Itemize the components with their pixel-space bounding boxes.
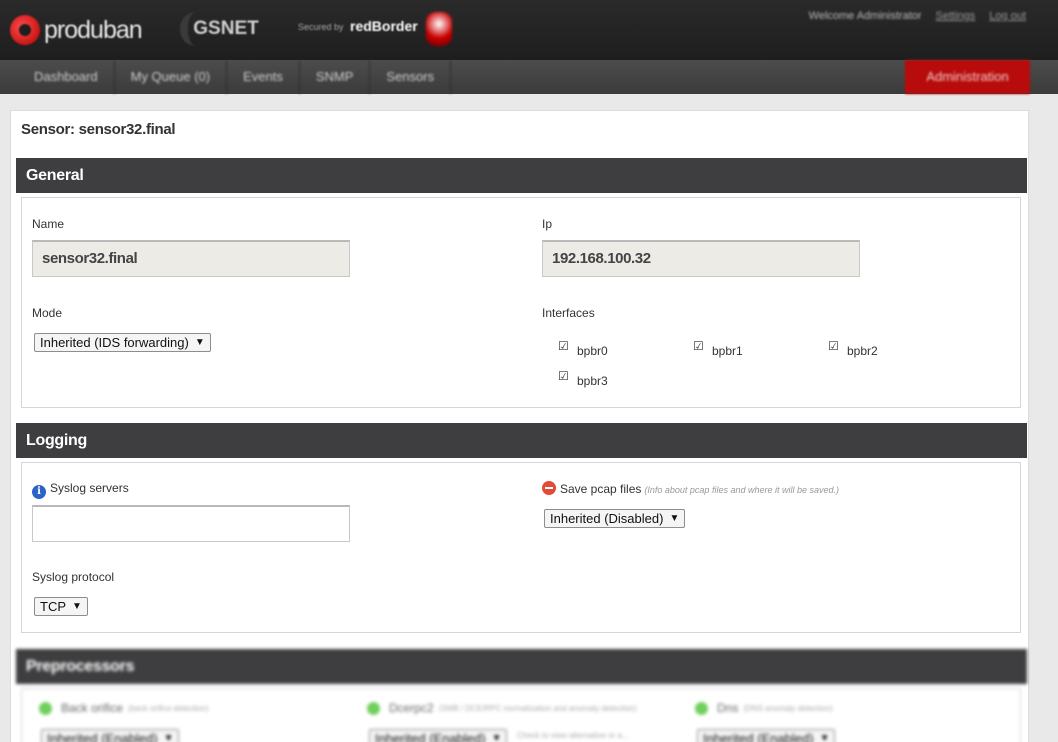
- sensor-panel: Sensor: sensor32.final General Name sens…: [10, 110, 1029, 742]
- mode-select[interactable]: Inherited (IDS forwarding) ▼: [34, 333, 211, 352]
- settings-link[interactable]: Settings: [936, 10, 976, 22]
- dropdown-arrow-icon: ▼: [669, 513, 680, 524]
- logging-section-heading: Logging: [16, 423, 1027, 458]
- nav-events[interactable]: Events: [227, 60, 300, 94]
- ip-label: Ip: [542, 217, 553, 231]
- dcerpc2-select-value: Inherited (Enabled): [375, 731, 486, 742]
- back-orifice-select[interactable]: Inherited (Enabled) ▼: [41, 729, 180, 742]
- nav-sensors[interactable]: Sensors: [370, 60, 452, 94]
- produban-logo-icon: [10, 15, 40, 45]
- mode-select-value: Inherited (IDS forwarding): [40, 335, 189, 350]
- syslog-protocol-select-value: TCP: [40, 599, 66, 614]
- page-title: Sensor: sensor32.final: [21, 121, 176, 138]
- interface-label: bpbr1: [712, 344, 743, 358]
- user-area: Welcome Administrator Settings Log out: [809, 10, 1026, 22]
- dropdown-arrow-icon: ▼: [819, 733, 830, 742]
- preprocessors-section-heading: Preprocessors: [16, 649, 1027, 684]
- dcerpc2-note-text: Check to view alternative or a...: [517, 731, 629, 740]
- name-field[interactable]: sensor32.final: [32, 240, 350, 277]
- syslog-protocol-label: Syslog protocol: [32, 570, 115, 584]
- top-header: produban GSNET Secured by redBorder Welc…: [0, 0, 1058, 60]
- status-enabled-icon: [367, 701, 380, 715]
- interface-label: bpbr2: [847, 344, 878, 358]
- interface-checkbox-bpbr3[interactable]: ☑ bpbr3: [558, 369, 608, 388]
- save-pcap-select[interactable]: Inherited (Disabled) ▼: [544, 509, 686, 528]
- save-pcap-label: Save pcap files (Info about pcap files an…: [542, 481, 839, 496]
- welcome-text: Welcome Administrator: [808, 10, 922, 22]
- syslog-servers-label: i Syslog servers: [32, 481, 129, 499]
- ip-field[interactable]: 192.168.100.32: [542, 240, 860, 277]
- disabled-icon: [542, 481, 556, 495]
- mode-label: Mode: [32, 306, 63, 320]
- checkbox-checked-icon: ☑: [558, 339, 569, 353]
- interface-checkbox-bpbr2[interactable]: ☑ bpbr2: [828, 339, 878, 358]
- nav-administration[interactable]: Administration: [905, 60, 1030, 94]
- syslog-protocol-select[interactable]: TCP ▼: [34, 597, 88, 616]
- dcerpc2-select[interactable]: Inherited (Enabled) ▼: [369, 729, 508, 742]
- dropdown-arrow-icon: ▼: [72, 601, 82, 612]
- name-label: Name: [32, 217, 65, 231]
- general-section-heading: General: [16, 158, 1027, 193]
- gsnet-logo: GSNET: [180, 12, 264, 46]
- syslog-servers-label-text: Syslog servers: [50, 481, 129, 495]
- checkbox-checked-icon: ☑: [693, 339, 704, 353]
- brand-name: produban: [44, 15, 143, 44]
- preprocessor-hint: (DNS anomaly detection): [743, 703, 833, 713]
- nav-my-queue[interactable]: My Queue (0): [115, 60, 228, 94]
- info-icon[interactable]: i: [32, 485, 46, 499]
- syslog-servers-input[interactable]: [32, 505, 350, 542]
- produban-logo[interactable]: produban: [10, 14, 143, 46]
- logout-link[interactable]: Log out: [989, 10, 1026, 22]
- nav-snmp[interactable]: SNMP: [300, 60, 371, 94]
- logging-section: i Syslog servers Save pcap files (Info abo…: [21, 462, 1021, 633]
- dropdown-arrow-icon: ▼: [163, 733, 174, 742]
- preprocessor-name: Dns: [717, 701, 739, 715]
- preprocessor-back-orifice: Back orifice (back orifice detection): [39, 701, 209, 715]
- nav-dashboard[interactable]: Dashboard: [18, 60, 115, 94]
- preprocessors-section: Back orifice (back orifice detection) In…: [21, 688, 1021, 742]
- back-orifice-select-value: Inherited (Enabled): [47, 731, 158, 742]
- save-pcap-label-text: Save pcap files: [560, 482, 642, 496]
- interface-checkbox-bpbr0[interactable]: ☑ bpbr0: [558, 339, 608, 358]
- dropdown-arrow-icon: ▼: [194, 337, 205, 348]
- preprocessor-dns: Dns (DNS anomaly detection): [695, 701, 833, 715]
- interfaces-label: Interfaces: [542, 306, 595, 320]
- checkbox-checked-icon: ☑: [558, 369, 569, 383]
- save-pcap-select-value: Inherited (Disabled): [550, 511, 664, 526]
- preprocessor-dcerpc2: Dcerpc2 (SMB / DCE/RPC normalization and…: [367, 701, 637, 715]
- preprocessor-name: Dcerpc2: [389, 701, 434, 715]
- save-pcap-hint: (Info about pcap files and where it will…: [644, 485, 839, 495]
- dcerpc2-note: Check to view alternative or a...: [512, 731, 629, 740]
- interface-label: bpbr0: [577, 344, 608, 358]
- interface-checkbox-bpbr1[interactable]: ☑ bpbr1: [693, 339, 743, 358]
- secured-by-label: Secured by: [298, 22, 344, 32]
- checkbox-checked-icon: ☑: [828, 339, 839, 353]
- general-section: Name sensor32.final Ip 192.168.100.32 Mo…: [21, 197, 1021, 408]
- dns-select-value: Inherited (Enabled): [703, 731, 814, 742]
- status-enabled-icon: [39, 701, 52, 715]
- status-enabled-icon: [695, 701, 708, 715]
- interface-label: bpbr3: [577, 374, 608, 388]
- redborder-logo: redBorder: [350, 18, 418, 34]
- redborder-logo-icon: [426, 12, 452, 46]
- preprocessor-hint: (back orifice detection): [128, 703, 209, 713]
- main-nav: Dashboard My Queue (0) Events SNMP Senso…: [0, 60, 1058, 94]
- dns-select[interactable]: Inherited (Enabled) ▼: [697, 729, 836, 742]
- preprocessor-name: Back orifice: [61, 701, 124, 715]
- preprocessor-hint: (SMB / DCE/RPC normalization and anomaly…: [438, 703, 637, 713]
- dropdown-arrow-icon: ▼: [491, 733, 502, 742]
